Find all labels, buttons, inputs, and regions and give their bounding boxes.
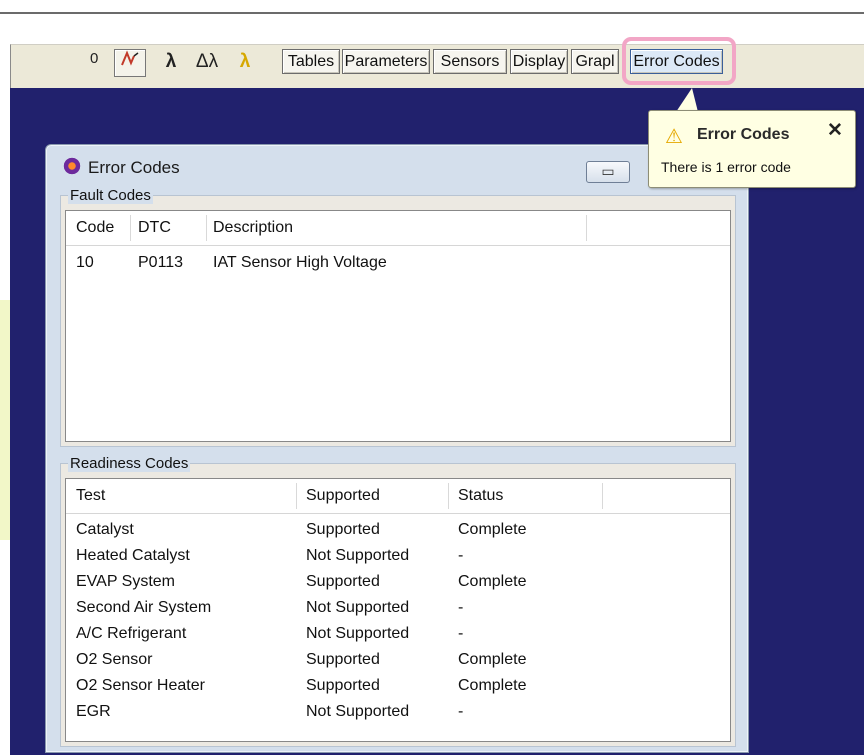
col-dtc[interactable]: DTC [138,219,171,237]
readiness-status-cell: - [458,625,464,642]
fault-codes-header: Code DTC Description [66,211,730,246]
readiness-codes-list[interactable]: Test Supported Status Catalyst Supported C… [65,478,731,742]
readiness-status-cell: Complete [458,651,527,668]
fault-description-cell: IAT Sensor High Voltage [213,254,387,271]
yellow-lambda-icon[interactable]: λ [230,49,260,75]
readiness-supported-cell: Supported [306,677,380,694]
readiness-supported-cell: Supported [306,651,380,668]
graph-button[interactable]: Grapl [571,49,619,74]
error-codes-highlight [622,37,736,85]
readiness-supported-cell: Not Supported [306,547,410,564]
window-title: Error Codes [88,158,180,177]
tooltip-tail [676,88,698,112]
readiness-test-cell: Second Air System [76,599,212,616]
tooltip-message: There is 1 error code [661,159,791,175]
sensors-button[interactable]: Sensors [433,49,507,74]
toolbar-counter: 0 [90,50,99,67]
window-titlebar[interactable]: Error Codes [62,157,180,178]
readiness-status-cell: - [458,703,464,720]
top-strip [0,0,864,14]
readiness-test-cell: O2 Sensor [76,651,153,668]
double-lambda-icon[interactable]: Δλ [192,49,222,75]
col-code[interactable]: Code [76,219,114,237]
col-test[interactable]: Test [76,487,105,505]
display-button[interactable]: Display [510,49,568,74]
col-supported[interactable]: Supported [306,487,380,505]
warning-icon: ⚠ [665,126,683,148]
fault-dtc-cell: P0113 [138,254,184,271]
fault-codes-list[interactable]: Code DTC Description 10 P0113 IAT Sensor… [65,210,731,442]
readiness-supported-cell: Not Supported [306,703,410,720]
readiness-supported-cell: Supported [306,521,380,538]
tables-button[interactable]: Tables [282,49,340,74]
col-status[interactable]: Status [458,487,503,505]
readiness-status-cell: Complete [458,573,527,590]
app-icon [62,157,82,175]
readiness-codes-label: Readiness Codes [68,455,191,472]
readiness-status-cell: - [458,599,464,616]
lambda-icon[interactable]: λ [156,49,186,75]
readiness-codes-header: Test Supported Status [66,479,730,514]
readiness-test-cell: Catalyst [76,521,134,538]
readiness-codes-panel: Test Supported Status Catalyst Supported C… [60,463,736,747]
readiness-test-cell: O2 Sensor Heater [76,677,205,694]
readiness-test-cell: EVAP System [76,573,175,590]
readiness-test-cell: A/C Refrigerant [76,625,187,642]
col-description[interactable]: Description [213,219,293,237]
readiness-supported-cell: Supported [306,573,380,590]
readiness-test-cell: EGR [76,703,111,720]
readiness-status-cell: Complete [458,521,527,538]
fault-codes-panel: Code DTC Description 10 P0113 IAT Sensor… [60,195,736,447]
fault-code-cell: 10 [76,254,94,271]
readiness-supported-cell: Not Supported [306,599,410,616]
parameters-button[interactable]: Parameters [342,49,430,74]
close-icon[interactable]: ✕ [827,119,843,142]
error-codes-window: Error Codes ▭ Code DTC Description 10 P0… [45,144,749,753]
readiness-status-cell: - [458,547,464,564]
error-codes-tooltip: ⚠ Error Codes ✕ There is 1 error code [648,110,856,188]
fault-codes-label: Fault Codes [68,187,153,204]
readiness-test-cell: Heated Catalyst [76,547,190,564]
tooltip-title: Error Codes [697,126,790,143]
readiness-status-cell: Complete [458,677,527,694]
readiness-supported-cell: Not Supported [306,625,410,642]
minimize-button[interactable]: ▭ [586,161,630,183]
gauge-icon[interactable] [114,49,146,77]
